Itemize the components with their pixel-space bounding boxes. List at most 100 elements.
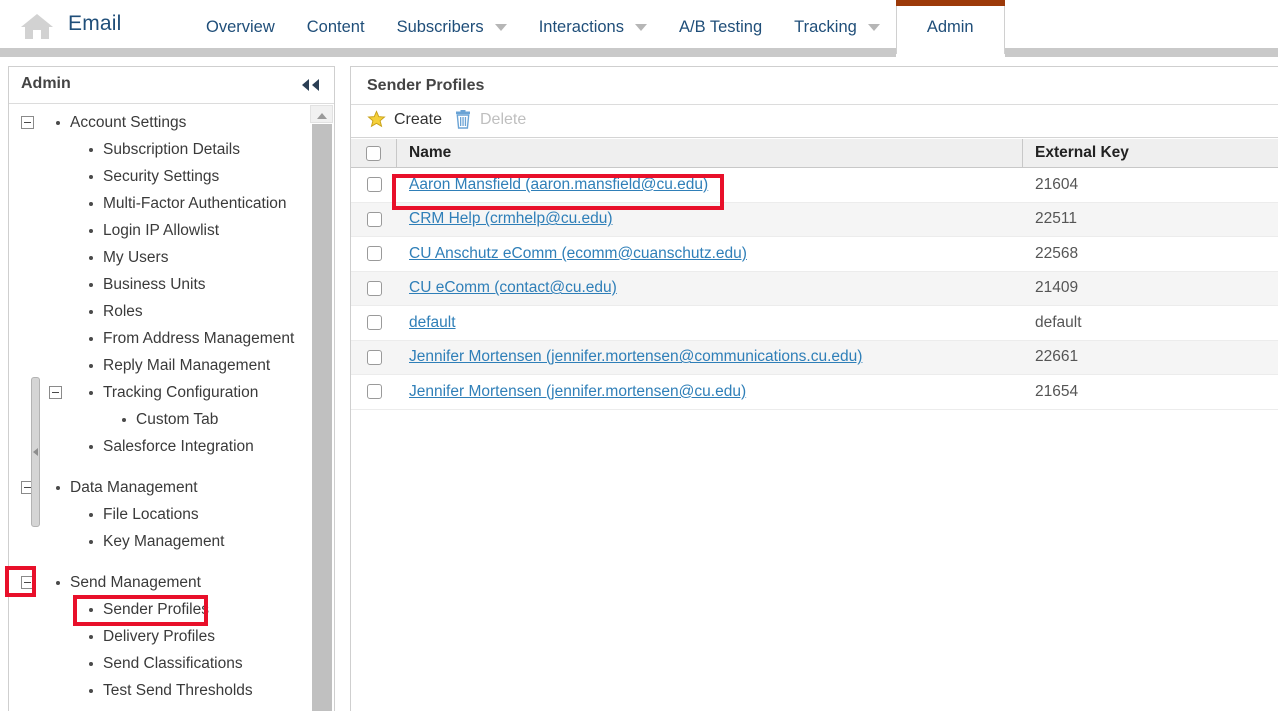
- table-row[interactable]: Aaron Mansfield (aaron.mansfield@cu.edu)…: [351, 168, 1278, 203]
- sidebar-item-file-locations[interactable]: File Locations: [9, 501, 312, 528]
- table-row[interactable]: Jennifer Mortensen (jennifer.mortensen@c…: [351, 375, 1278, 410]
- sidebar-item-label: Login IP Allowlist: [103, 221, 220, 239]
- column-header-name[interactable]: Name: [397, 139, 1023, 167]
- sidebar-scrollbar-track[interactable]: [312, 124, 332, 711]
- main-panel: Sender Profiles Create Delete Name Exter…: [350, 66, 1278, 711]
- nav-item-label: Subscribers: [396, 17, 484, 36]
- sidebar-item-label: Key Management: [103, 532, 225, 550]
- collapse-minus-icon[interactable]: [49, 386, 62, 399]
- sidebar-item-label: Security Settings: [103, 167, 220, 185]
- sender-profile-link[interactable]: Jennifer Mortensen (jennifer.mortensen@c…: [409, 383, 746, 401]
- external-key-value: 22661: [1035, 348, 1079, 366]
- nav-item-overview[interactable]: Overview: [190, 0, 291, 54]
- table-row[interactable]: CU eComm (contact@cu.edu) 21409: [351, 271, 1278, 306]
- create-button-label: Create: [394, 110, 443, 128]
- sender-profile-link[interactable]: CRM Help (crmhelp@cu.edu): [409, 210, 613, 228]
- sidebar-item-sender-profiles[interactable]: Sender Profiles: [9, 596, 312, 623]
- sender-profile-link[interactable]: default: [409, 314, 456, 332]
- double-chevron-left-icon[interactable]: [300, 77, 322, 93]
- delete-button-label: Delete: [480, 110, 527, 128]
- sidebar-title: Admin: [21, 75, 71, 92]
- sidebar-item-login-ip-allowlist[interactable]: Login IP Allowlist: [9, 217, 312, 244]
- sidebar-item-send-management[interactable]: Send Management: [9, 569, 312, 596]
- nav-item-tracking[interactable]: Tracking: [778, 0, 896, 54]
- chevron-down-icon: [867, 23, 880, 31]
- row-external-key-cell: default: [1023, 306, 1278, 340]
- table-row[interactable]: CRM Help (crmhelp@cu.edu) 22511: [351, 202, 1278, 237]
- nav-item-interactions[interactable]: Interactions: [523, 0, 663, 54]
- sender-profile-link[interactable]: Jennifer Mortensen (jennifer.mortensen@c…: [409, 348, 862, 366]
- row-name-cell: Aaron Mansfield (aaron.mansfield@cu.edu): [397, 168, 1023, 202]
- select-all-cell: [351, 139, 397, 167]
- row-external-key-cell: 22568: [1023, 237, 1278, 271]
- table-row[interactable]: default default: [351, 306, 1278, 341]
- row-name-cell: CU Anschutz eComm (ecomm@cuanschutz.edu): [397, 237, 1023, 271]
- sender-profile-link[interactable]: CU eComm (contact@cu.edu): [409, 279, 617, 297]
- create-button[interactable]: Create: [367, 110, 442, 129]
- nav-item-content[interactable]: Content: [291, 0, 381, 54]
- sidebar-scrollbar[interactable]: [310, 105, 333, 711]
- sidebar-item-key-management[interactable]: Key Management: [9, 528, 312, 555]
- tree-group-spacer: [9, 460, 312, 474]
- select-all-checkbox[interactable]: [366, 145, 381, 161]
- sidebar-item-from-address-management[interactable]: From Address Management: [9, 325, 312, 352]
- nav-item-subscribers[interactable]: Subscribers: [381, 0, 523, 54]
- row-checkbox[interactable]: [366, 246, 382, 262]
- chevron-down-icon: [494, 23, 507, 31]
- home-icon[interactable]: [18, 10, 56, 42]
- sidebar-item-label: Delivery Profiles: [103, 627, 215, 645]
- collapse-minus-icon[interactable]: [21, 576, 34, 589]
- sidebar-item-send-classifications[interactable]: Send Classifications: [9, 650, 312, 677]
- row-checkbox[interactable]: [366, 280, 382, 296]
- row-name-cell: Jennifer Mortensen (jennifer.mortensen@c…: [397, 341, 1023, 375]
- sidebar-item-my-users[interactable]: My Users: [9, 244, 312, 271]
- sidebar-item-multi-factor-authentication[interactable]: Multi-Factor Authentication: [9, 190, 312, 217]
- table-row[interactable]: Jennifer Mortensen (jennifer.mortensen@c…: [351, 340, 1278, 375]
- column-header-external-key[interactable]: External Key: [1023, 139, 1278, 167]
- row-checkbox[interactable]: [366, 177, 382, 193]
- delete-button[interactable]: Delete: [454, 110, 526, 129]
- admin-tree: Account Settings Subscription Details Secu…: [9, 105, 312, 711]
- sidebar-item-delivery-profiles[interactable]: Delivery Profiles: [9, 623, 312, 650]
- nav-item-ab-testing[interactable]: A/B Testing: [663, 0, 778, 54]
- row-checkbox[interactable]: [366, 211, 382, 227]
- table-body: Aaron Mansfield (aaron.mansfield@cu.edu)…: [351, 168, 1278, 410]
- sidebar-item-business-units[interactable]: Business Units: [9, 271, 312, 298]
- app-title: Email: [68, 12, 122, 35]
- sidebar-item-roles[interactable]: Roles: [9, 298, 312, 325]
- sidebar-item-tracking-configuration[interactable]: Tracking Configuration: [9, 379, 312, 406]
- row-external-key-cell: 21409: [1023, 272, 1278, 306]
- sidebar-item-subscription-details[interactable]: Subscription Details: [9, 136, 312, 163]
- sidebar-item-test-send-thresholds[interactable]: Test Send Thresholds: [9, 677, 312, 704]
- nav-item-admin[interactable]: Admin: [895, 0, 1005, 54]
- collapse-minus-icon[interactable]: [21, 116, 34, 129]
- row-checkbox[interactable]: [366, 349, 382, 365]
- sidebar-item-custom-tab[interactable]: Custom Tab: [9, 406, 312, 433]
- top-navigation-bar: Email Overview Content Subscribers Inter…: [0, 0, 1278, 54]
- row-name-cell: default: [397, 306, 1023, 340]
- external-key-value: 21604: [1035, 175, 1079, 193]
- table-row[interactable]: CU Anschutz eComm (ecomm@cuanschutz.edu)…: [351, 237, 1278, 272]
- bullet-icon: [89, 282, 93, 287]
- sidebar-item-security-settings[interactable]: Security Settings: [9, 163, 312, 190]
- bullet-icon: [89, 363, 93, 368]
- sidebar-scrollbar-thumb[interactable]: [31, 377, 40, 527]
- scroll-up-arrow-icon[interactable]: [310, 105, 333, 123]
- nav-items: Overview Content Subscribers Interaction…: [190, 0, 1005, 54]
- bullet-icon: [89, 336, 93, 341]
- sidebar-item-label: Sender Profiles: [103, 600, 209, 618]
- row-select-cell: [351, 203, 397, 237]
- bullet-icon: [89, 147, 93, 152]
- sidebar-item-reply-mail-management[interactable]: Reply Mail Management: [9, 352, 312, 379]
- sidebar-item-account-settings[interactable]: Account Settings: [9, 109, 312, 136]
- sender-profile-link[interactable]: Aaron Mansfield (aaron.mansfield@cu.edu): [409, 176, 708, 194]
- bullet-icon: [89, 444, 93, 449]
- bullet-icon: [89, 174, 93, 179]
- external-key-value: default: [1035, 313, 1082, 331]
- sidebar-item-salesforce-integration[interactable]: Salesforce Integration: [9, 433, 312, 460]
- sidebar-item-data-management[interactable]: Data Management: [9, 474, 312, 501]
- sidebar-item-label: Business Units: [103, 275, 206, 293]
- row-checkbox[interactable]: [366, 384, 382, 400]
- row-checkbox[interactable]: [366, 315, 382, 331]
- sender-profile-link[interactable]: CU Anschutz eComm (ecomm@cuanschutz.edu): [409, 245, 747, 263]
